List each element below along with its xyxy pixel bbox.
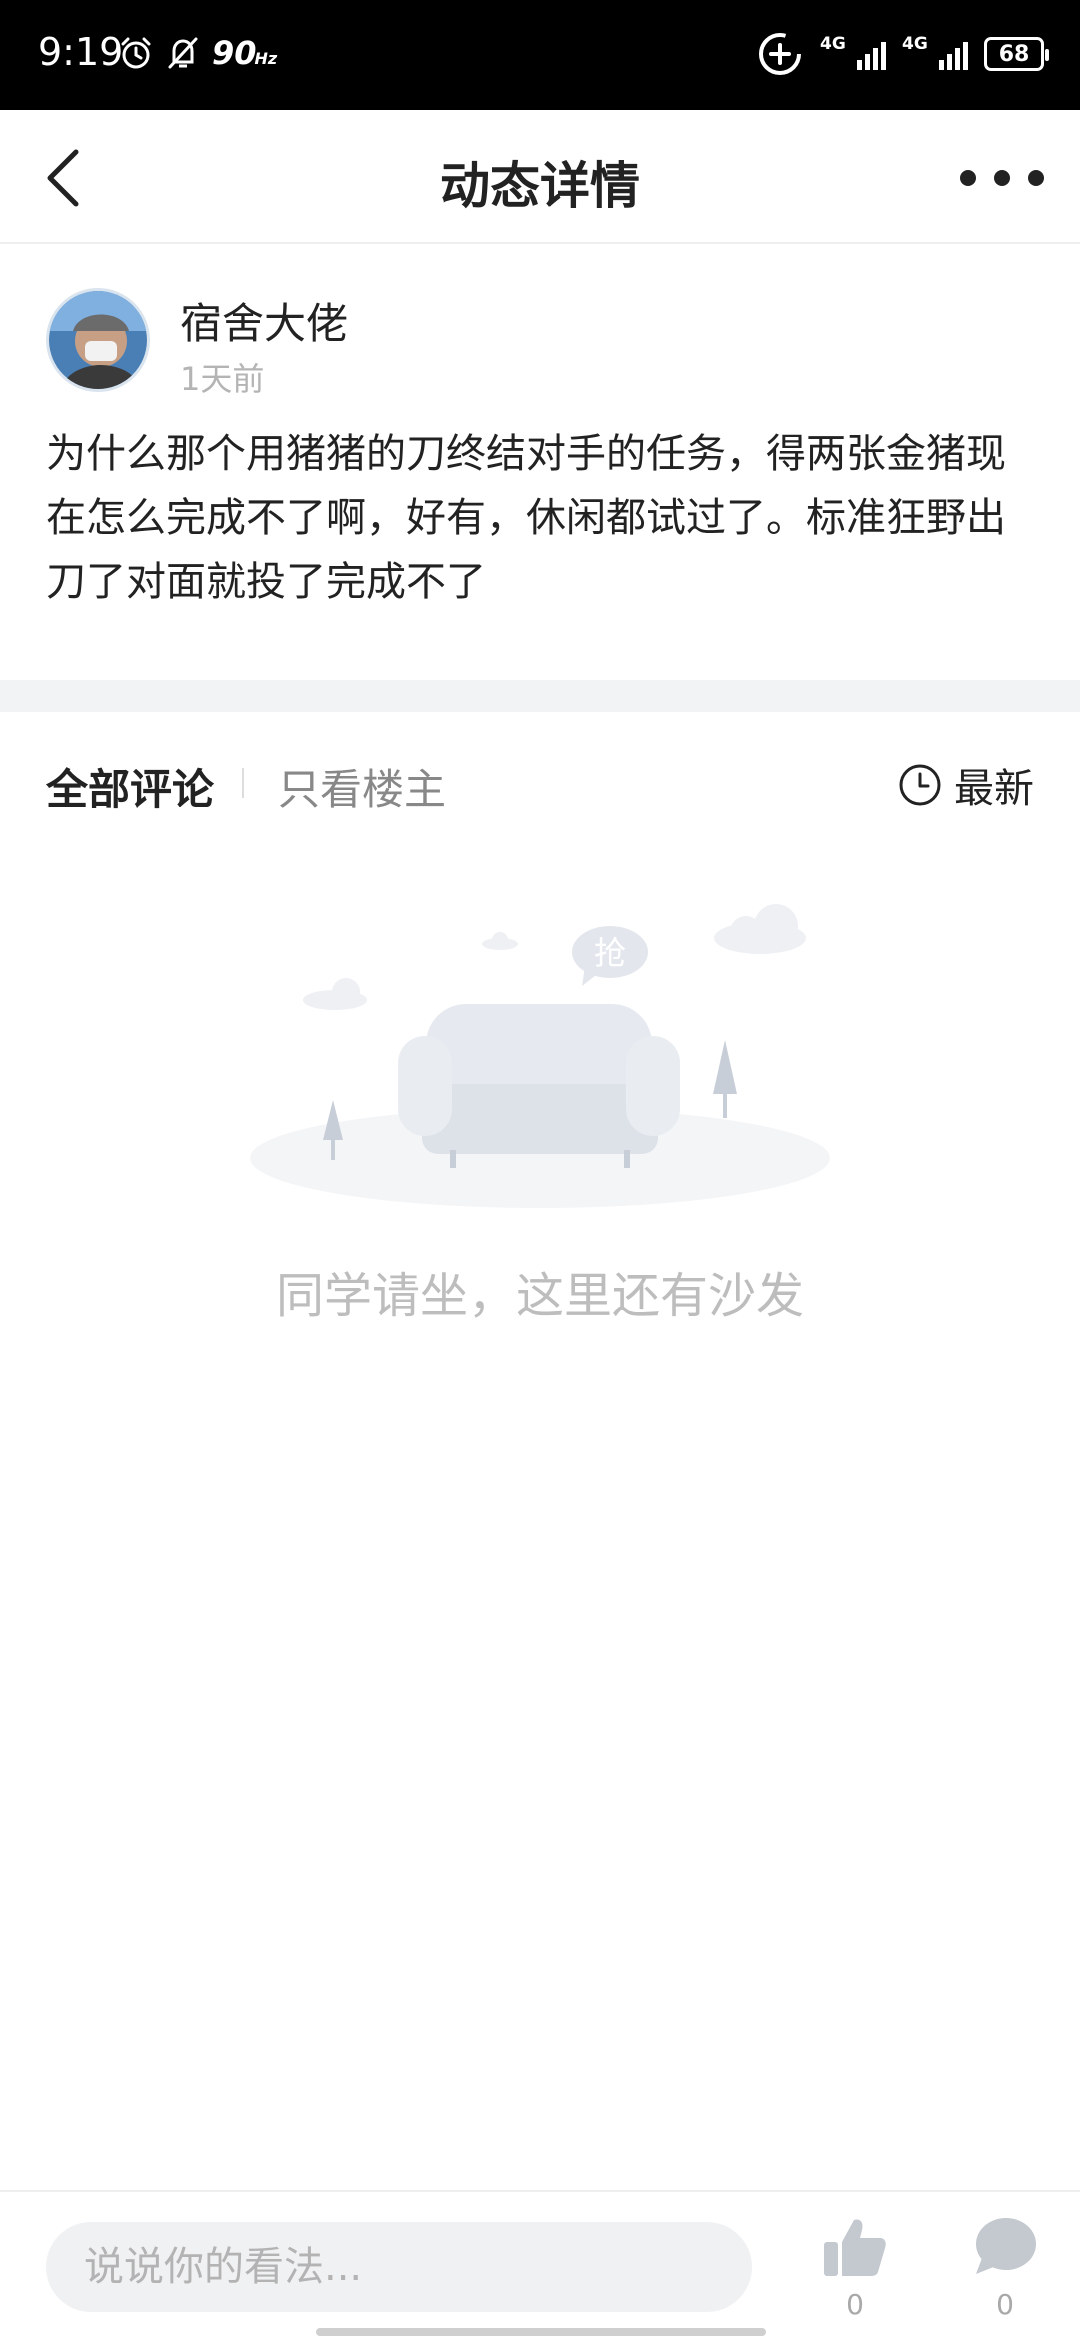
status-time: 9:19 bbox=[38, 30, 124, 74]
signal-icon-2: 4G bbox=[902, 34, 968, 74]
status-left-icons: 90Hz bbox=[118, 34, 277, 72]
post-time: 1天前 bbox=[180, 360, 265, 398]
sort-label: 最新 bbox=[954, 766, 1034, 812]
battery-level: 68 bbox=[998, 41, 1030, 67]
more-dots-icon bbox=[960, 170, 976, 186]
nav-bar: 动态详情 bbox=[0, 110, 1080, 244]
alarm-icon bbox=[121, 37, 151, 69]
comment-count: 0 bbox=[996, 2288, 1014, 2321]
refresh-rate: 90Hz bbox=[212, 34, 278, 72]
comments-header: 全部评论 只看楼主 最新 bbox=[0, 712, 1080, 852]
mute-icon bbox=[168, 37, 198, 69]
tab-all-comments[interactable]: 全部评论 bbox=[46, 756, 214, 817]
author-name[interactable]: 宿舍大佬 bbox=[180, 290, 348, 351]
comment-input[interactable] bbox=[46, 2222, 752, 2312]
post-content: 为什么那个用猪猪的刀终结对手的任务，得两张金猪现在怎么完成不了啊，好有，休闲都试… bbox=[46, 431, 1006, 605]
thumbs-up-icon bbox=[824, 2219, 886, 2276]
avatar[interactable] bbox=[46, 288, 150, 392]
comment-bubble-icon bbox=[976, 2218, 1036, 2274]
post-card: 宿舍大佬 1天前 为什么那个用猪猪的刀终结对手的任务，得两张金猪现在怎么完成不了… bbox=[0, 246, 1080, 680]
empty-bubble-text: 抢 bbox=[594, 934, 626, 972]
page-title: 动态详情 bbox=[440, 157, 640, 215]
data-saver-icon bbox=[759, 33, 801, 75]
tab-separator bbox=[242, 768, 244, 798]
status-bar: 9:19 90Hz 4G 4G 68 bbox=[0, 0, 1080, 110]
signal-icon: 4G bbox=[820, 34, 886, 74]
sort-button[interactable]: 最新 bbox=[898, 756, 1034, 814]
clock-icon bbox=[899, 764, 941, 806]
battery-icon: 68 bbox=[984, 37, 1049, 71]
like-count: 0 bbox=[846, 2288, 864, 2321]
empty-state-text: 同学请坐，这里还有沙发 bbox=[275, 1268, 804, 1324]
empty-sofa-illustration: 抢 bbox=[250, 900, 830, 1220]
tab-op-only[interactable]: 只看楼主 bbox=[278, 756, 446, 817]
bottom-action-bar: 0 0 bbox=[0, 2190, 1080, 2340]
more-button[interactable] bbox=[960, 160, 1044, 196]
like-button[interactable]: 0 bbox=[822, 2216, 888, 2321]
section-divider bbox=[0, 680, 1080, 712]
status-right-icons: 4G 4G 68 bbox=[756, 30, 1049, 78]
comment-count-button[interactable]: 0 bbox=[972, 2216, 1038, 2321]
home-indicator[interactable] bbox=[316, 2328, 766, 2336]
